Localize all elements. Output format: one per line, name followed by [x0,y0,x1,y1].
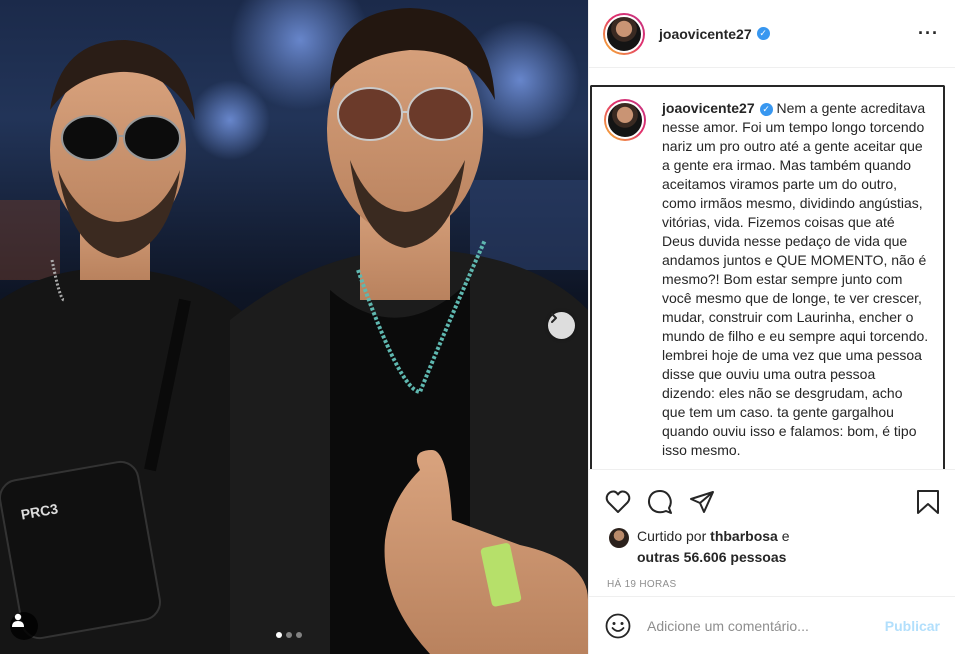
emoji-button[interactable] [605,613,631,639]
chevron-right-icon [551,313,557,323]
carousel-dot [286,632,292,638]
caption: joaovicente27 ✓ Nem a gente acreditava ne… [604,99,929,460]
action-bar [589,470,955,518]
caption-username[interactable]: joaovicente27 [662,100,755,116]
avatar[interactable] [603,12,645,55]
photo-illustration: PRC3 [0,0,588,654]
caption-body: Nem a gente acreditava nesse amor. Foi u… [662,100,929,458]
comment-icon [647,490,672,514]
author-username[interactable]: joaovicente27 [659,26,752,42]
publish-button[interactable]: Publicar [885,618,940,634]
post-details-panel: joaovicente27 ✓ ··· joaovicente27 ✓ Nem a… [588,0,955,654]
liker-username[interactable]: thbarbosa [710,528,778,544]
carousel-dot [296,632,302,638]
save-button[interactable] [916,489,940,515]
emoji-icon [605,613,631,638]
caption-avatar[interactable] [604,99,646,141]
caption-text: joaovicente27 ✓ Nem a gente acreditava ne… [662,99,929,460]
tagged-users-button[interactable] [10,612,38,640]
more-options-icon[interactable]: ··· [918,23,939,44]
next-photo-button[interactable] [548,312,575,339]
post-actions: Curtido por thbarbosa e outras 56.606 pe… [589,469,955,590]
post-photo[interactable]: PRC3 [0,0,588,654]
likes-text: Curtido por thbarbosa e outras 56.606 pe… [637,526,790,568]
like-button[interactable] [605,490,631,514]
post-header: joaovicente27 ✓ ··· [589,0,955,68]
post-timestamp[interactable]: HÁ 19 HORAS [589,568,955,590]
verified-badge-icon: ✓ [756,27,770,40]
heart-icon [605,490,631,513]
user-tag-icon [12,613,24,627]
comment-button[interactable] [647,489,673,515]
carousel-indicator [276,632,302,638]
carousel-dot [276,632,282,638]
comments-section: joaovicente27 ✓ Nem a gente acreditava ne… [590,85,945,469]
likes-prefix: Curtido por [637,528,707,544]
comment-input[interactable] [647,617,885,634]
comment-form: Publicar [589,596,955,654]
share-button[interactable] [689,490,715,514]
verified-badge-icon: ✓ [759,103,773,116]
likes-count-link[interactable]: outras 56.606 pessoas [637,549,786,565]
liker-avatar[interactable] [609,528,629,548]
likes-conjunction: e [781,528,790,544]
share-icon [690,491,714,513]
bookmark-icon [917,490,939,514]
likes-summary: Curtido por thbarbosa e outras 56.606 pe… [589,518,955,568]
